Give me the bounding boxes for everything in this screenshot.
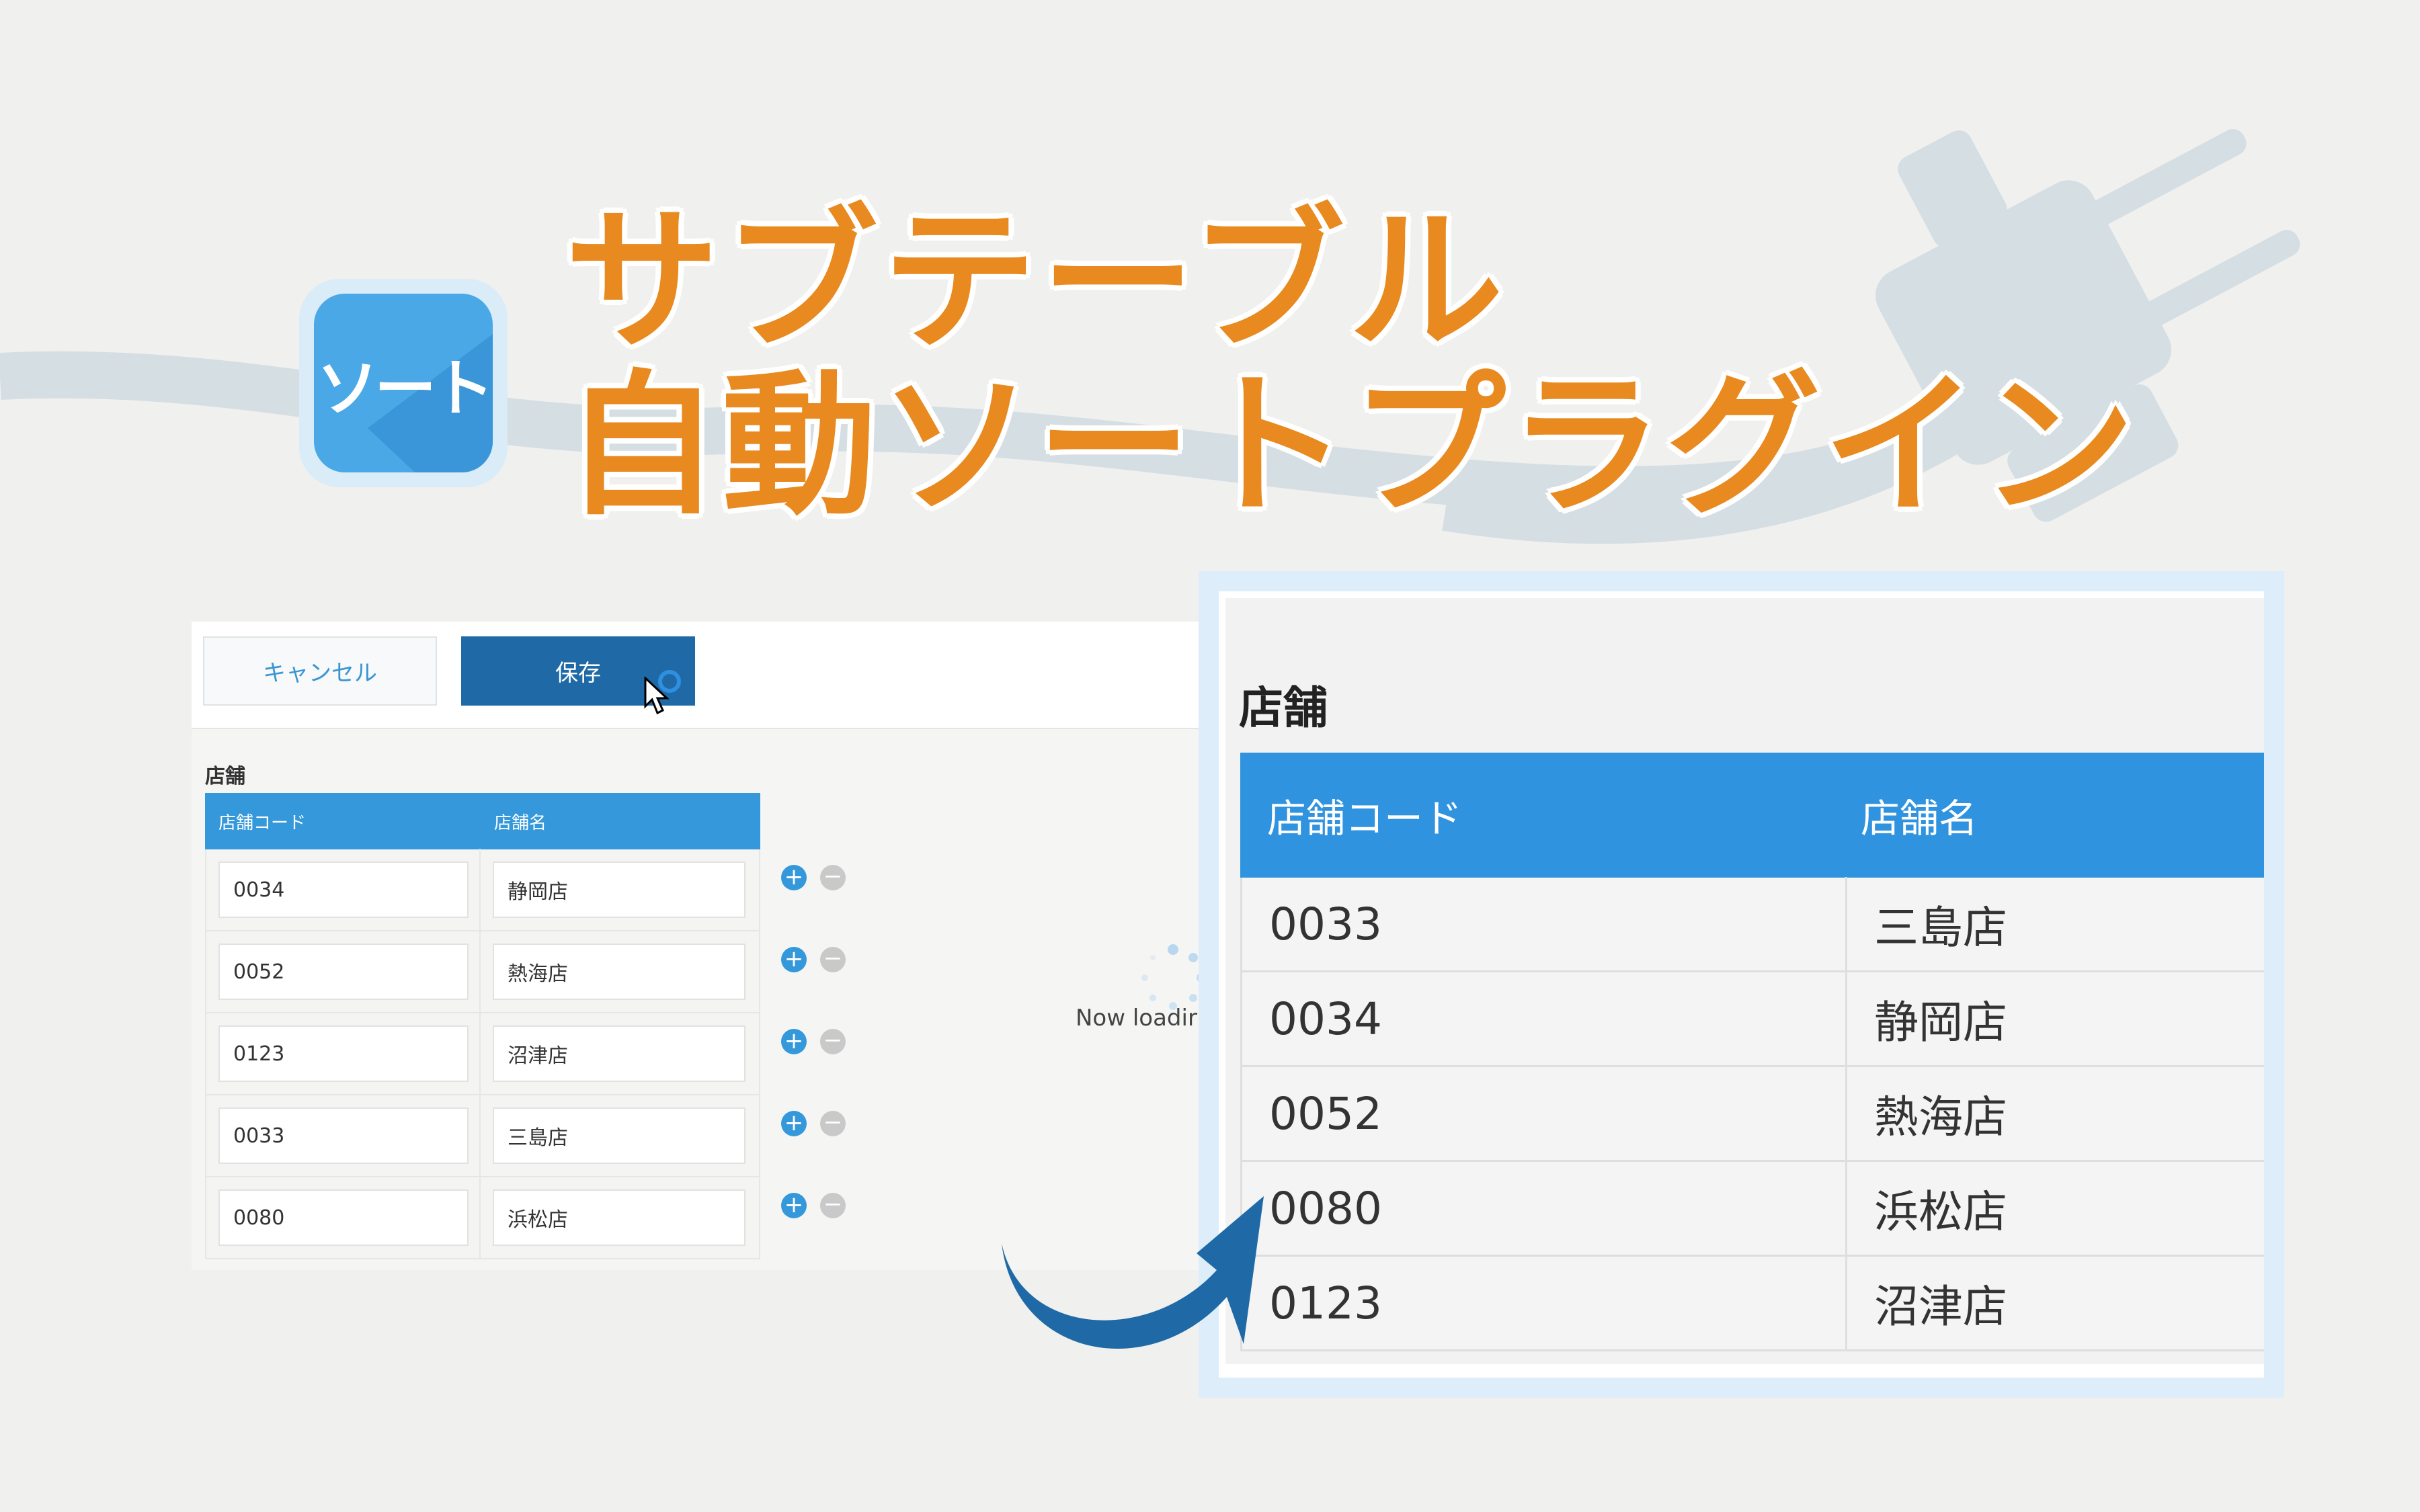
section-label: 店舗 [205, 765, 245, 788]
sorted-table-zoom: 店舗 店舗コード 店舗名 0033 三島店 0034 静岡店 0052 熱海店 [1199, 571, 2284, 1398]
remove-row-button[interactable]: − [820, 947, 846, 972]
table-row: 0052 熱海店 [205, 931, 760, 1013]
name-cell: 静岡店 [1874, 997, 2007, 1048]
row-actions: + − [781, 1111, 862, 1138]
title-line-2: 自動ソートプラグイン [565, 357, 2138, 536]
table-row: 0123 沼津店 [205, 1013, 760, 1095]
zoom-content: 店舗 店舗コード 店舗名 0033 三島店 0034 静岡店 0052 熱海店 [1225, 598, 2264, 1364]
column-header-code: 店舗コード [218, 812, 307, 833]
mouse-cursor-icon [644, 677, 670, 715]
name-field[interactable]: 沼津店 [493, 1025, 746, 1082]
name-cell: 三島店 [1874, 902, 2007, 954]
code-field[interactable]: 0034 [218, 862, 469, 918]
remove-row-button[interactable]: − [820, 1193, 846, 1218]
name-cell: 熱海店 [1874, 1091, 2007, 1143]
code-field[interactable]: 0033 [218, 1107, 469, 1164]
table-row: 0080 浜松店 [205, 1177, 760, 1259]
table-row: 0052 熱海店 [1240, 1066, 2264, 1162]
code-cell: 0123 [1242, 1255, 1847, 1351]
row-actions: + − [781, 1193, 862, 1220]
sort-app-icon: ソート [314, 294, 493, 472]
subtable: 店舗コード 店舗名 0034 静岡店 0052 熱海店 0123 沼津店 003… [205, 793, 760, 1259]
name-cell: 浜松店 [1874, 1186, 2007, 1238]
add-row-button[interactable]: + [781, 947, 807, 972]
form-screenshot: キャンセル 保存 店舗 店舗コード 店舗名 0034 静岡店 0052 熱海店 … [192, 622, 1206, 1270]
table-row: 0033 三島店 [1240, 876, 2264, 972]
code-field[interactable]: 0123 [218, 1025, 469, 1082]
code-cell: 0034 [1242, 971, 1847, 1066]
name-field[interactable]: 熱海店 [493, 943, 746, 1000]
add-row-button[interactable]: + [781, 865, 807, 890]
remove-row-button[interactable]: − [820, 1029, 846, 1054]
add-row-button[interactable]: + [781, 1111, 807, 1136]
subtable-header: 店舗コード 店舗名 [205, 793, 760, 849]
app-icon-frame: ソート [299, 279, 508, 487]
subtable-header: 店舗コード 店舗名 [1240, 753, 2264, 878]
column-header-name: 店舗名 [1861, 796, 1978, 841]
sorted-subtable: 店舗コード 店舗名 0033 三島店 0034 静岡店 0052 熱海店 008… [1240, 753, 2264, 1351]
page-title: サブテーブル 自動ソートプラグイン [565, 202, 2138, 531]
toolbar: キャンセル 保存 [192, 622, 1200, 729]
curved-arrow-icon [1002, 1196, 1264, 1349]
add-row-button[interactable]: + [781, 1193, 807, 1218]
row-actions: + − [781, 1029, 862, 1056]
table-row: 0123 沼津店 [1240, 1255, 2264, 1351]
code-field[interactable]: 0052 [218, 943, 469, 1000]
zoom-inner: 店舗 店舗コード 店舗名 0033 三島店 0034 静岡店 0052 熱海店 [1219, 591, 2264, 1378]
table-row: 0034 静岡店 [1240, 971, 2264, 1067]
remove-row-button[interactable]: − [820, 865, 846, 890]
app-icon-label: ソート [316, 352, 493, 425]
name-field[interactable]: 静岡店 [493, 862, 746, 918]
column-header-code: 店舗コード [1267, 796, 1463, 841]
code-cell: 0052 [1242, 1066, 1847, 1161]
table-row: 0080 浜松店 [1240, 1161, 2264, 1257]
add-row-button[interactable]: + [781, 1029, 807, 1054]
table-row: 0033 三島店 [205, 1095, 760, 1177]
name-cell: 沼津店 [1874, 1281, 2007, 1333]
section-label: 店舗 [1239, 682, 1328, 734]
remove-row-button[interactable]: − [820, 1111, 846, 1136]
cancel-button[interactable]: キャンセル [203, 636, 437, 706]
row-actions: + − [781, 947, 862, 974]
column-header-name: 店舗名 [494, 812, 547, 833]
name-field[interactable]: 浜松店 [493, 1189, 746, 1246]
code-cell: 0033 [1242, 876, 1847, 972]
code-field[interactable]: 0080 [218, 1189, 469, 1246]
code-cell: 0080 [1242, 1161, 1847, 1256]
name-field[interactable]: 三島店 [493, 1107, 746, 1164]
title-line-1: サブテーブル [565, 192, 1508, 372]
row-actions: + − [781, 865, 862, 892]
table-row: 0034 静岡店 [205, 849, 760, 931]
loading-text: Now loadir [1076, 1005, 1197, 1032]
